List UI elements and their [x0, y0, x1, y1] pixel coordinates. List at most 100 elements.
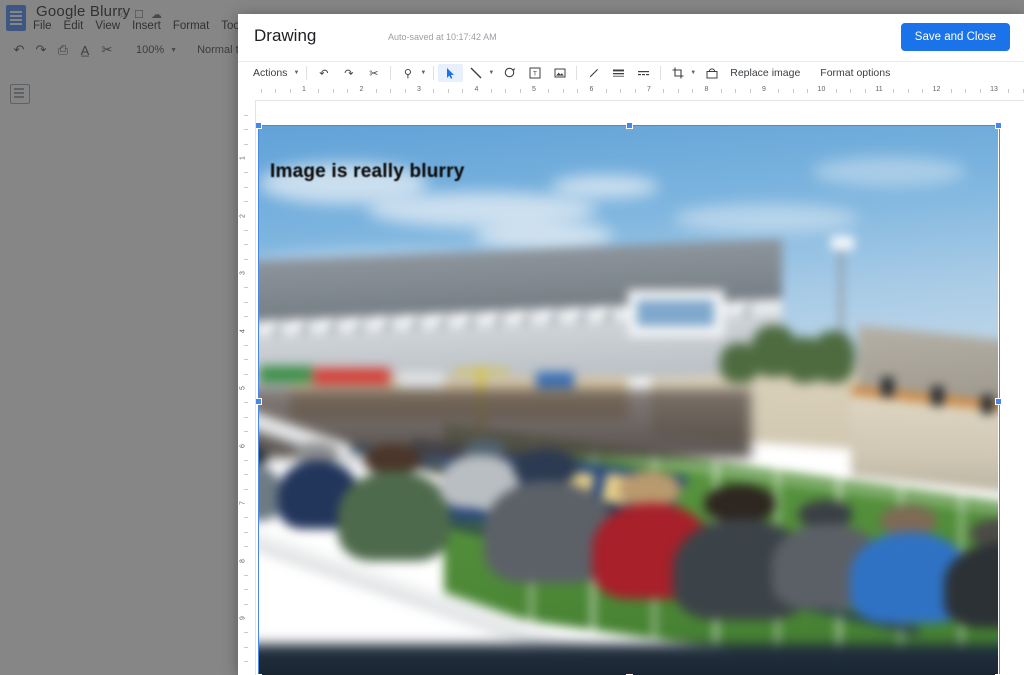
ruler-v-tick: [244, 402, 248, 404]
ruler-h-tick: [577, 89, 579, 93]
ruler-h-tick: [490, 89, 492, 93]
ruler-v-label: 3: [239, 271, 247, 275]
drawing-toolbar[interactable]: Actions ▼ ↶ ↷ ✂ ⚲ ▼ ▼ T ▼ Replace image …: [238, 62, 1024, 85]
ruler-v-tick: [244, 114, 248, 116]
ruler-h-label: 12: [932, 86, 941, 93]
replace-image-button[interactable]: Replace image: [724, 64, 806, 82]
ruler-h-label: 8: [704, 86, 709, 93]
select-icon[interactable]: [438, 64, 464, 82]
ruler-h-label: 3: [417, 86, 421, 93]
ruler-v-label: 1: [239, 156, 247, 160]
ruler-v-tick: [244, 632, 248, 634]
ruler-v-tick: [244, 531, 248, 533]
ruler-h-label: 9: [762, 86, 766, 93]
ruler-h-label: 10: [817, 86, 826, 93]
format-options-button[interactable]: Format options: [814, 64, 896, 82]
ruler-v-label: 9: [239, 616, 247, 620]
ruler-h-tick: [807, 89, 809, 93]
ruler-h-tick: [562, 89, 564, 93]
line-icon[interactable]: [463, 64, 488, 82]
text-box-icon[interactable]: T: [522, 64, 547, 82]
mask-icon[interactable]: [699, 64, 724, 82]
chevron-down-icon[interactable]: ▼: [488, 70, 497, 76]
ruler-h-label: 5: [532, 86, 536, 93]
ruler-h-tick: [505, 89, 507, 93]
shape-icon[interactable]: [497, 64, 522, 82]
horizontal-ruler[interactable]: 1 2 3 4 5 6 7 8 9 10 11 12 13: [255, 83, 1024, 101]
ruler-v-tick: [244, 244, 248, 246]
ruler-h-tick: [792, 89, 794, 93]
ruler-v-tick: [244, 431, 248, 433]
image-icon[interactable]: [547, 64, 572, 82]
chevron-down-icon[interactable]: ▼: [690, 70, 699, 76]
ruler-v-tick: [244, 603, 248, 605]
ruler-h-tick: [332, 89, 334, 93]
ruler-v-label: 7: [239, 501, 247, 505]
ruler-v-tick: [244, 186, 248, 188]
drawing-text-object[interactable]: Image is really blurry: [270, 161, 465, 183]
ruler-v-tick: [244, 301, 248, 303]
toolbar-divider: [390, 66, 392, 80]
foreground-crowd: [258, 392, 998, 675]
drawing-canvas[interactable]: Image is really blurry: [256, 101, 1024, 675]
ruler-h-label: 6: [589, 86, 594, 93]
ruler-v-label: 5: [239, 386, 247, 390]
ruler-h-tick: [979, 89, 981, 93]
ruler-v-tick: [244, 258, 248, 260]
ruler-v-tick: [244, 459, 248, 461]
actions-menu-button[interactable]: Actions: [247, 64, 293, 82]
toolbar-divider: [306, 66, 308, 80]
undo-icon[interactable]: ↶: [311, 64, 336, 82]
ruler-h-tick: [548, 89, 550, 93]
line-weight-icon[interactable]: [606, 64, 631, 82]
photo-blur-layers: [258, 125, 998, 675]
ruler-h-tick: [318, 89, 320, 93]
light-pole-head: [830, 236, 854, 250]
ruler-v-tick: [244, 172, 248, 174]
ruler-h-tick: [375, 89, 377, 93]
ruler-v-tick: [244, 316, 248, 318]
blurry-stadium-photo[interactable]: Image is really blurry: [258, 125, 998, 675]
ruler-h-tick: [950, 89, 952, 93]
ruler-v-tick: [244, 574, 248, 576]
ruler-v-tick: [244, 229, 248, 231]
ruler-h-tick: [835, 89, 837, 93]
paint-format-icon[interactable]: ✂: [361, 64, 386, 82]
chevron-down-icon[interactable]: ▼: [293, 70, 302, 76]
ruler-h-label: 7: [647, 86, 651, 93]
ruler-v-label: 6: [239, 443, 247, 448]
crop-icon[interactable]: [665, 64, 690, 82]
vertical-ruler[interactable]: 1 2 3 4 5 6 7 8 9: [238, 100, 256, 675]
line-dash-icon[interactable]: [631, 64, 656, 82]
ruler-v-tick: [244, 359, 248, 361]
ruler-h-tick: [1008, 89, 1010, 93]
ruler-v-tick: [244, 129, 248, 131]
zoom-icon[interactable]: ⚲: [395, 64, 420, 82]
ruler-h-tick: [965, 89, 967, 93]
chevron-down-icon[interactable]: ▼: [420, 70, 429, 76]
ruler-v-tick: [244, 344, 248, 346]
ruler-h-tick: [663, 89, 665, 93]
ruler-h-tick: [390, 89, 392, 93]
ruler-h-tick: [922, 89, 924, 93]
ruler-h-tick: [735, 89, 737, 93]
autosave-status: Auto-saved at 10:17:42 AM: [388, 32, 497, 42]
ruler-h-tick: [864, 89, 866, 93]
pen-color-icon[interactable]: [581, 64, 606, 82]
ruler-h-tick: [893, 89, 895, 93]
drawing-dialog-title: Drawing: [254, 26, 317, 45]
ruler-h-tick: [447, 89, 449, 93]
ruler-h-tick: [260, 89, 262, 93]
ruler-h-tick: [347, 89, 349, 93]
ruler-v-tick: [244, 546, 248, 548]
ruler-h-tick: [634, 89, 636, 93]
ruler-h-tick: [433, 89, 435, 93]
ruler-h-tick: [850, 89, 852, 93]
ruler-h-label: 1: [302, 86, 306, 93]
ruler-v-tick: [244, 488, 248, 490]
scoreboard-screen: [637, 299, 714, 327]
ruler-h-tick: [692, 89, 694, 93]
save-and-close-button[interactable]: Save and Close: [900, 23, 1010, 51]
redo-icon[interactable]: ↷: [336, 64, 361, 82]
toolbar-divider: [576, 66, 578, 80]
